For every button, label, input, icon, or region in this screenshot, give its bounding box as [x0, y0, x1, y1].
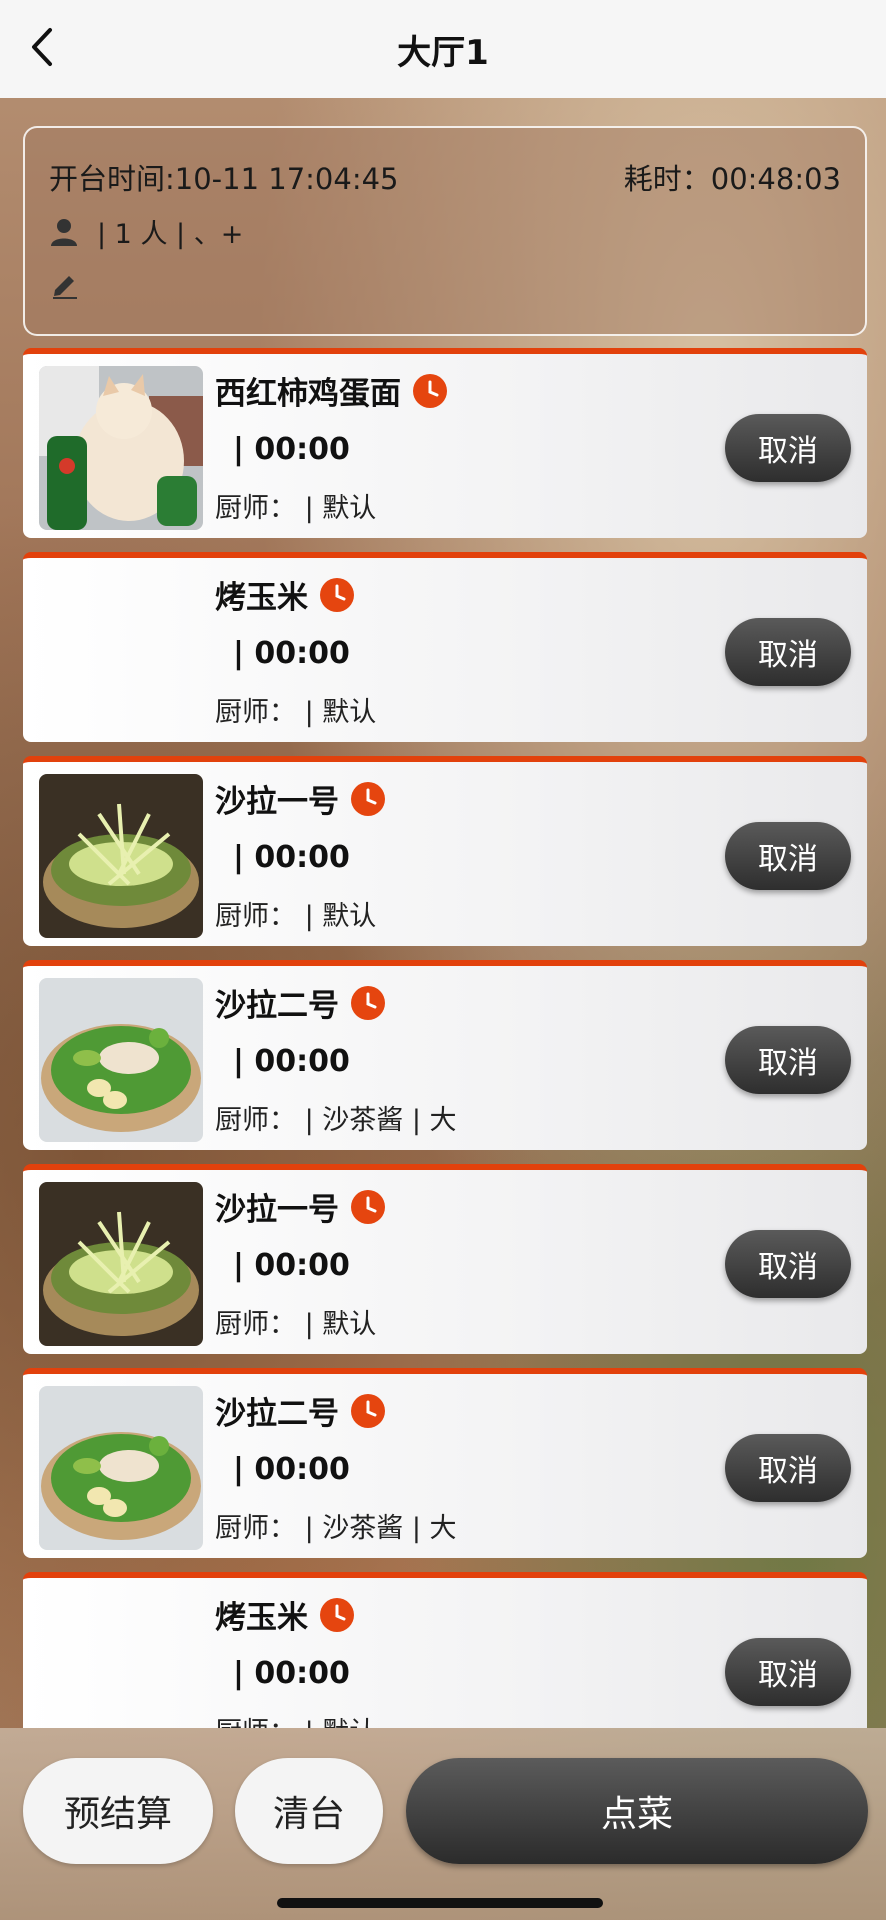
page-title: 大厅1 [397, 32, 489, 73]
people-row[interactable]: | 1 人 | 、+ [49, 212, 243, 251]
order-card: 沙拉一号 | 00:00 厨师： | 默认 取消 [23, 756, 867, 946]
clock-icon [351, 1189, 385, 1224]
top-nav-bar: 大厅1 [0, 0, 886, 98]
clear-table-button[interactable]: 清台 [235, 1758, 383, 1864]
dish-name: 沙拉二号 [215, 1396, 339, 1432]
pencil-icon [53, 276, 77, 299]
cancel-button[interactable]: 取消 [725, 1026, 851, 1094]
order-card: 烤玉米 | 00:00 厨师： | 默认 取消 [23, 552, 867, 742]
dish-name: 沙拉二号 [215, 988, 339, 1024]
cancel-button[interactable]: 取消 [725, 1230, 851, 1298]
clock-icon [320, 1597, 354, 1632]
cancel-button[interactable]: 取消 [725, 618, 851, 686]
chef-info: 厨师： | 沙茶酱 | 大 [215, 1105, 457, 1136]
people-count: | 1 人 | 、+ [97, 219, 244, 250]
chef-info: 厨师： | 默认 [215, 1710, 376, 1728]
dish-name: 烤玉米 [215, 580, 308, 616]
chevron-left-icon [32, 28, 52, 66]
clock-icon [351, 781, 385, 816]
chef-info: 厨师： | 默认 [215, 493, 377, 524]
clock-icon [351, 985, 385, 1020]
dish-timer: | 00:00 [233, 432, 350, 467]
order-card: 沙拉二号 | 00:00 厨师： | 沙茶酱 | 大 取消 [23, 960, 867, 1150]
dish-image [39, 1386, 203, 1550]
dish-timer: | 00:00 [233, 1248, 350, 1283]
order-card: 烤玉米 | 00:00 厨师： | 默认 取消 [23, 1572, 867, 1728]
dish-image [39, 774, 203, 938]
dish-image [39, 1182, 203, 1346]
dish-name-row: 烤玉米 [215, 1592, 354, 1637]
dish-name: 沙拉一号 [215, 1192, 339, 1228]
dish-name: 沙拉一号 [215, 784, 339, 820]
dish-name-row: 烤玉米 [215, 572, 354, 617]
elapsed-time-text: 耗时：00:48:03 [623, 162, 841, 196]
clock-icon [413, 373, 447, 408]
cancel-button[interactable]: 取消 [725, 1638, 851, 1706]
cancel-button[interactable]: 取消 [725, 1434, 851, 1502]
order-card: 沙拉二号 | 00:00 厨师： | 沙茶酱 | 大 取消 [23, 1368, 867, 1558]
dish-timer: | 00:00 [233, 840, 350, 875]
dish-name-row: 沙拉一号 [215, 776, 385, 821]
dish-timer: | 00:00 [233, 1452, 350, 1487]
chef-info: 厨师： | 默认 [215, 697, 377, 728]
pre-settle-button[interactable]: 预结算 [23, 1758, 213, 1864]
order-dish-button[interactable]: 点菜 [406, 1758, 868, 1864]
order-card: 沙拉一号 | 00:00 厨师： | 默认 取消 [23, 1164, 867, 1354]
person-icon [51, 218, 77, 246]
cancel-button[interactable]: 取消 [725, 414, 851, 482]
dish-name-row: 沙拉二号 [215, 1388, 385, 1433]
bottom-action-bar: 预结算 清台 点菜 [0, 1728, 886, 1920]
order-card: 西红柿鸡蛋面 | 00:00 厨师： | 默认 取消 [23, 348, 867, 538]
chef-info: 厨师： | 默认 [215, 1309, 377, 1340]
dish-timer: | 00:00 [233, 1656, 350, 1691]
dish-timer: | 00:00 [233, 1044, 350, 1079]
dish-image [39, 366, 203, 530]
dish-name-row: 沙拉二号 [215, 980, 385, 1025]
table-info-panel: 开台时间:10-11 17:04:45 耗时：00:48:03 | 1 人 | … [23, 126, 867, 336]
chef-info: 厨师： | 默认 [215, 901, 377, 932]
home-indicator [277, 1898, 603, 1908]
dish-name-row: 西红柿鸡蛋面 [215, 368, 447, 413]
dish-name: 烤玉米 [215, 1600, 308, 1636]
edit-note-button[interactable] [49, 268, 81, 304]
clock-icon [351, 1393, 385, 1428]
back-button[interactable] [24, 22, 64, 72]
dish-image [39, 978, 203, 1142]
clock-icon [320, 577, 354, 612]
cancel-button[interactable]: 取消 [725, 822, 851, 890]
chef-info: 厨师： | 沙茶酱 | 大 [215, 1513, 457, 1544]
dish-timer: | 00:00 [233, 636, 350, 671]
dish-name-row: 沙拉一号 [215, 1184, 385, 1229]
open-time-text: 开台时间:10-11 17:04:45 [49, 162, 399, 196]
order-list: 西红柿鸡蛋面 | 00:00 厨师： | 默认 取消 烤玉米 | 00:00 厨… [0, 348, 886, 1728]
dish-name: 西红柿鸡蛋面 [215, 376, 401, 412]
